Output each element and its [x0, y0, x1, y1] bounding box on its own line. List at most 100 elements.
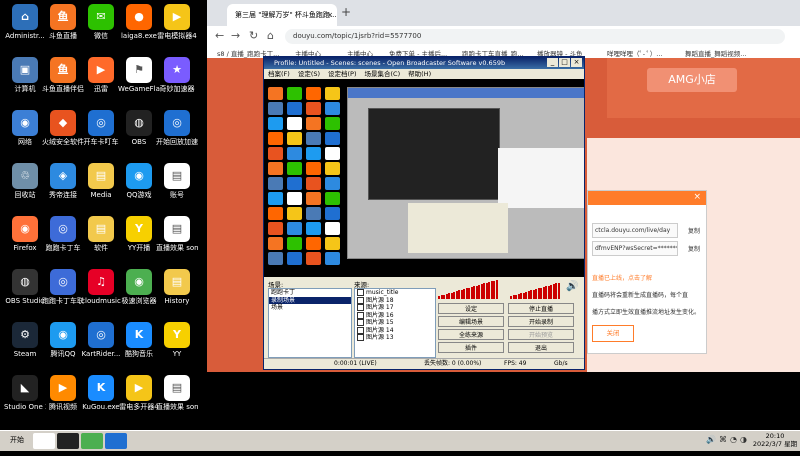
- obs-menu-item[interactable]: 档案(F): [268, 70, 290, 78]
- taskbar-kart-icon[interactable]: [105, 433, 127, 449]
- desktop-icon[interactable]: K 酷狗音乐: [118, 322, 160, 358]
- source-item[interactable]: 图片源 17: [355, 304, 435, 312]
- desktop-icon[interactable]: Y YY开播: [118, 216, 160, 252]
- browser-tab[interactable]: 第三届 "理解万岁" 杯斗鱼跑跑... ×: [227, 4, 337, 26]
- desktop-icon[interactable]: ◎ 跑跑卡丁车: [42, 216, 84, 252]
- desktop-icon[interactable]: ● laiga8.exe: [118, 4, 160, 40]
- desktop-icon[interactable]: ⚙ Steam: [4, 322, 46, 358]
- source-item[interactable]: 图片源 18: [355, 296, 435, 305]
- desktop-icon[interactable]: ◎ 开始回放加速器: [156, 110, 198, 146]
- desktop-icon[interactable]: ◆ 火绒安全软件: [42, 110, 84, 146]
- scene-item[interactable]: 场景: [269, 304, 351, 312]
- desktop-icon[interactable]: ⚑ WeGameFlag: [118, 57, 160, 93]
- clock[interactable]: 20:10 2022/3/7 星期一: [752, 432, 798, 456]
- scenes-list[interactable]: 跑跑卡丁 录制场景 场景: [268, 288, 352, 358]
- desktop-icon[interactable]: ♲ 回收站: [4, 163, 46, 199]
- copy-key-button[interactable]: 复制: [688, 244, 700, 253]
- desktop-icon[interactable]: ◍ OBS Studio: [4, 269, 46, 305]
- obs-button[interactable]: 退出: [508, 342, 574, 353]
- desktop-icon[interactable]: ◍ OBS: [118, 110, 160, 146]
- taskbar-app-icon[interactable]: [33, 433, 55, 449]
- desktop-icon[interactable]: ▶ 迅雷: [80, 57, 122, 93]
- minimize-icon[interactable]: _: [547, 58, 558, 67]
- bookmark-item[interactable]: 舞蹈直播_舞蹈视频...: [685, 48, 746, 58]
- desktop-icon[interactable]: ▤ 账号: [156, 163, 198, 199]
- desktop-icon[interactable]: ▤ History: [156, 269, 198, 305]
- tab-close-icon[interactable]: ×: [327, 4, 333, 26]
- desktop-icon[interactable]: ▶ 雷电多开器4: [118, 375, 160, 411]
- obs-menu-item[interactable]: 设定档(P): [328, 70, 357, 78]
- forward-icon[interactable]: →: [231, 29, 240, 42]
- obs-button[interactable]: 全练来源: [438, 329, 504, 340]
- source-item[interactable]: music_title: [355, 289, 435, 297]
- source-checkbox[interactable]: [357, 326, 364, 334]
- desktop-icon[interactable]: ◉ 极速浏览器: [118, 269, 160, 305]
- desktop-icon[interactable]: ◎ KartRider...: [80, 322, 122, 358]
- desktop-icon[interactable]: ★ 奇妙加速器: [156, 57, 198, 93]
- desktop-icon[interactable]: ◎ 开车卡叮车: [80, 110, 122, 146]
- obs-button[interactable]: 设定: [438, 303, 504, 314]
- popup-close-button[interactable]: 关闭: [592, 325, 634, 342]
- obs-button[interactable]: 插件: [438, 342, 504, 353]
- desktop-icon[interactable]: ▤ 直播效果 song.auto...: [156, 375, 198, 411]
- scene-item[interactable]: 跑跑卡丁: [269, 289, 351, 297]
- desktop-icon[interactable]: ♫ cloudmusic: [80, 269, 122, 305]
- popup-notice-link[interactable]: 直播已上线，点击了解: [592, 273, 652, 282]
- source-item[interactable]: 图片源 14: [355, 326, 435, 335]
- source-checkbox[interactable]: [357, 319, 364, 326]
- new-tab-button[interactable]: +: [341, 5, 351, 19]
- start-button[interactable]: 开始: [2, 433, 36, 448]
- desktop-icon[interactable]: ▤ Media: [80, 163, 122, 199]
- desktop-icon[interactable]: 鱼斗鱼直播: [42, 4, 84, 40]
- speaker-icon[interactable]: 🔊: [566, 281, 578, 292]
- source-checkbox[interactable]: [357, 334, 364, 341]
- obs-button[interactable]: 开始预览: [508, 329, 574, 340]
- copy-url-button[interactable]: 复制: [688, 226, 700, 235]
- desktop-icon[interactable]: ◉ Firefox: [4, 216, 46, 252]
- desktop-icon[interactable]: ▤ 软件: [80, 216, 122, 252]
- home-icon[interactable]: ⌂: [267, 29, 274, 42]
- obs-menu-item[interactable]: 场景集合(C): [365, 70, 401, 78]
- desktop-icon[interactable]: ▶ 腾讯视频: [42, 375, 84, 411]
- desktop-icon[interactable]: ◉ 网络: [4, 110, 46, 146]
- address-bar[interactable]: douyu.com/topic/1jsrb?rid=5577700: [285, 29, 785, 44]
- desktop-icon[interactable]: ◉ 腾讯QQ: [42, 322, 84, 358]
- obs-button[interactable]: 编辑场景: [438, 316, 504, 327]
- desktop-icon[interactable]: ✉ 微信: [80, 4, 122, 40]
- close-icon[interactable]: ×: [693, 192, 701, 202]
- desktop-icon[interactable]: ▤ 直播效果 song: [156, 216, 198, 252]
- close-icon[interactable]: ×: [571, 58, 582, 67]
- desktop-icon[interactable]: ◎ 跑跑卡丁车联赛版: [42, 269, 84, 305]
- obs-menu-item[interactable]: 设定(S): [298, 70, 320, 78]
- obs-button[interactable]: 停止直播: [508, 303, 574, 314]
- obs-menu-item[interactable]: 帮助(H): [408, 70, 431, 78]
- source-checkbox[interactable]: [357, 304, 364, 311]
- desktop-icon[interactable]: 鱼斗鱼直播伴侣: [42, 57, 84, 93]
- reload-icon[interactable]: ↻: [249, 29, 258, 42]
- site-badge[interactable]: AMG小店: [647, 68, 737, 92]
- stream-key-field[interactable]: dfmvENP?wsSecret=********: [592, 241, 678, 256]
- source-item[interactable]: 图片源 16: [355, 311, 435, 320]
- desktop-icon[interactable]: ▶ 雷电模拟器4: [156, 4, 198, 40]
- bookmark-item[interactable]: 咩哩咩哩（ﾟ- ﾟ）...: [607, 48, 663, 58]
- desktop-icon[interactable]: K KuGou.exe: [80, 375, 122, 411]
- desktop-icon[interactable]: ◉ QQ游戏: [118, 163, 160, 199]
- source-checkbox[interactable]: [357, 296, 364, 304]
- scene-item[interactable]: 录制场景: [269, 296, 351, 304]
- desktop-icon[interactable]: ◣ Studio One 3: [4, 375, 46, 411]
- source-checkbox[interactable]: [357, 311, 364, 319]
- source-checkbox[interactable]: [357, 289, 364, 296]
- taskbar-browser-icon[interactable]: [81, 433, 103, 449]
- rtmp-url-field[interactable]: ctcla.douyu.com/live/day: [592, 223, 678, 238]
- back-icon[interactable]: ←: [215, 29, 224, 42]
- sources-list[interactable]: music_title 图片源 18 图片源 17 图片源 16 图片源 15 图片源 1…: [354, 288, 436, 358]
- desktop-icon[interactable]: Y YY: [156, 322, 198, 358]
- source-item[interactable]: 图片源 13: [355, 334, 435, 342]
- desktop-icon[interactable]: ◈ 秀帝连接: [42, 163, 84, 199]
- desktop-icon[interactable]: ▣ 计算机: [4, 57, 46, 93]
- desktop-icon[interactable]: ⌂ Administr...: [4, 4, 46, 40]
- system-tray[interactable]: 🔊⌘◔◑: [706, 435, 750, 444]
- taskbar-obs-icon[interactable]: [57, 433, 79, 449]
- source-item[interactable]: 图片源 15: [355, 319, 435, 327]
- maximize-icon[interactable]: □: [559, 58, 570, 67]
